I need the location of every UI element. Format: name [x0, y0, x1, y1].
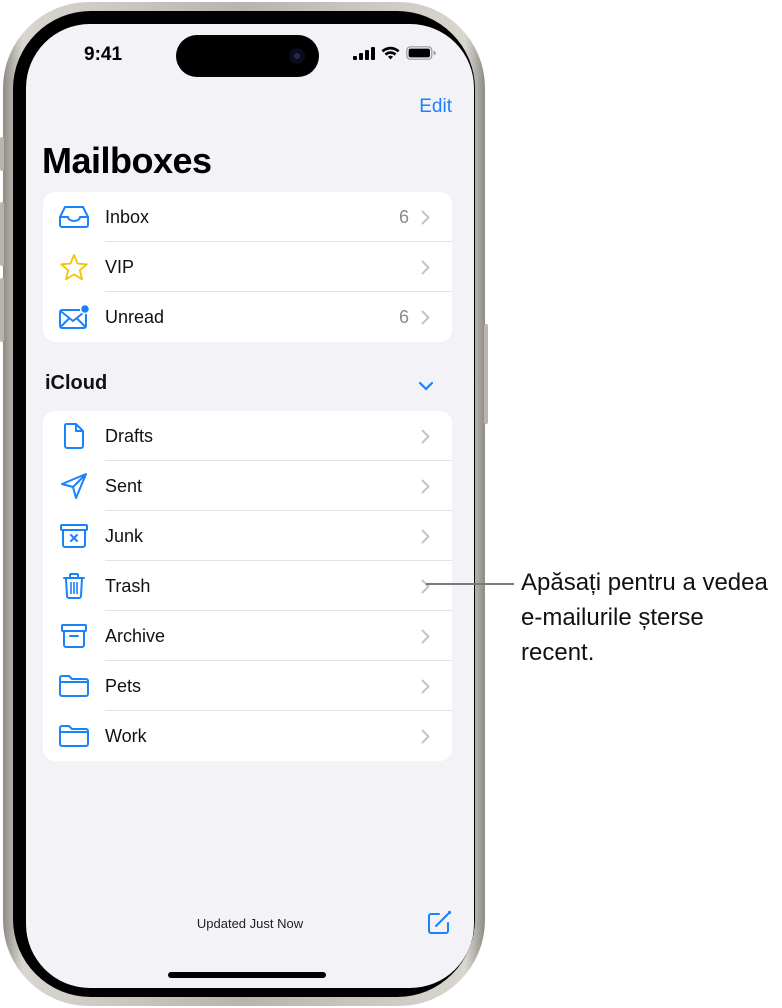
- compose-button[interactable]: [426, 910, 452, 941]
- mailbox-label: Junk: [105, 525, 144, 546]
- chevron-right-icon: [421, 260, 430, 275]
- phone-frame: 9:41 Edit Mailboxes Inbox 6 VIP Unread 6…: [0, 2, 488, 1006]
- wifi-icon: [381, 46, 400, 60]
- mailbox-label: Unread: [105, 306, 165, 327]
- inbox-tray-icon: [43, 192, 105, 242]
- mailbox-label: Pets: [105, 675, 142, 696]
- edit-button[interactable]: Edit: [419, 96, 452, 118]
- page-title: Mailboxes: [42, 140, 212, 181]
- action-button: [0, 137, 4, 171]
- chevron-right-icon: [421, 629, 430, 644]
- volume-up-button: [0, 202, 4, 266]
- junk-bin-icon: [43, 511, 105, 561]
- compose-icon: [428, 910, 452, 934]
- mailbox-label: Archive: [105, 625, 166, 646]
- cellular-signal-icon: [353, 46, 375, 60]
- chevron-right-icon: [421, 729, 430, 744]
- icloud-mailboxes-group: Drafts Sent Junk Trash Archive Pets Work: [43, 411, 452, 761]
- status-icons: [353, 46, 436, 60]
- mailbox-label: Trash: [105, 575, 151, 596]
- mailbox-row-inbox[interactable]: Inbox 6: [43, 192, 452, 242]
- mailbox-row-trash[interactable]: Trash: [43, 561, 452, 611]
- chevron-right-icon: [421, 310, 430, 325]
- callout-leader-line: [426, 583, 514, 585]
- mailbox-row-archive[interactable]: Archive: [43, 611, 452, 661]
- chevron-right-icon: [421, 429, 430, 444]
- mailbox-label: Drafts: [105, 425, 154, 446]
- mailbox-label: Sent: [105, 475, 143, 496]
- mailbox-row-drafts[interactable]: Drafts: [43, 411, 452, 461]
- unread-count: 6: [398, 306, 409, 327]
- mailbox-row-junk[interactable]: Junk: [43, 511, 452, 561]
- volume-down-button: [0, 278, 4, 342]
- home-indicator[interactable]: [168, 972, 326, 978]
- mailbox-label: Work: [105, 725, 147, 746]
- archive-box-icon: [43, 611, 105, 661]
- screen: 9:41 Edit Mailboxes Inbox 6 VIP Unread 6…: [26, 24, 474, 988]
- mailbox-row-work[interactable]: Work: [43, 711, 452, 761]
- status-time: 9:41: [84, 44, 123, 65]
- folder-icon: [43, 711, 105, 761]
- mailbox-row-pets[interactable]: Pets: [43, 661, 452, 711]
- document-icon: [43, 411, 105, 461]
- folder-icon: [43, 661, 105, 711]
- paperplane-icon: [43, 461, 105, 511]
- mailbox-label: VIP: [105, 256, 135, 277]
- mailbox-label: Inbox: [105, 206, 150, 227]
- camera-icon: [289, 48, 305, 64]
- smart-mailboxes-group: Inbox 6 VIP Unread 6: [43, 192, 452, 342]
- account-section-title: iCloud: [45, 372, 108, 394]
- update-status: Updated Just Now: [196, 916, 304, 931]
- chevron-right-icon: [421, 479, 430, 494]
- chevron-right-icon: [421, 579, 430, 594]
- mailbox-row-unread[interactable]: Unread 6: [43, 292, 452, 342]
- trash-icon: [43, 561, 105, 611]
- chevron-right-icon: [421, 679, 430, 694]
- callout-text: Apăsați pentru a vedea e-mailurile șters…: [521, 569, 768, 666]
- dynamic-island: [176, 35, 319, 77]
- side-button: [484, 324, 488, 424]
- star-icon: [43, 242, 105, 292]
- collapse-chevron-icon[interactable]: [418, 378, 434, 396]
- mailbox-row-sent[interactable]: Sent: [43, 461, 452, 511]
- unread-count: 6: [398, 206, 409, 227]
- battery-icon: [406, 46, 436, 60]
- unread-envelope-icon: [43, 292, 105, 342]
- chevron-right-icon: [421, 210, 430, 225]
- mailbox-row-vip[interactable]: VIP: [43, 242, 452, 292]
- chevron-right-icon: [421, 529, 430, 544]
